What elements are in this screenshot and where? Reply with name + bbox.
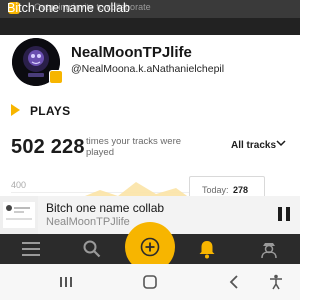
bell-icon[interactable] [192, 234, 222, 264]
plays-count: 502 228 [11, 136, 85, 158]
accessibility-icon[interactable] [264, 272, 288, 292]
plays-caption: times your tracks were played [86, 136, 182, 158]
chevron-down-icon[interactable] [276, 138, 286, 151]
window-title: Bitch one name collab [7, 1, 130, 15]
avatar-badge-icon [49, 70, 63, 84]
track-artwork[interactable] [0, 196, 38, 234]
profile-name: NealMoonTPJlife [71, 44, 192, 61]
home-icon[interactable] [138, 272, 162, 292]
today-value: 278 [233, 185, 249, 195]
menu-icon[interactable] [16, 234, 46, 264]
title-bar [0, 18, 300, 35]
player-track-title: Bitch one name collab [46, 201, 165, 215]
section-marker-icon [11, 104, 20, 116]
plays-section-title: PLAYS [30, 104, 71, 118]
add-icon [140, 237, 160, 257]
back-icon[interactable] [222, 272, 246, 292]
player-track-artist: NealMoonTPJlife [46, 216, 130, 228]
recent-apps-icon[interactable] [54, 272, 78, 292]
profile-icon[interactable] [254, 234, 284, 264]
today-label: Today: [202, 185, 229, 195]
track-filter-dropdown[interactable]: All tracks [231, 140, 276, 151]
pause-icon[interactable] [278, 207, 290, 221]
profile-handle: @NealMoona.k.aNathanielchepil [71, 63, 225, 75]
search-icon[interactable] [77, 234, 107, 264]
